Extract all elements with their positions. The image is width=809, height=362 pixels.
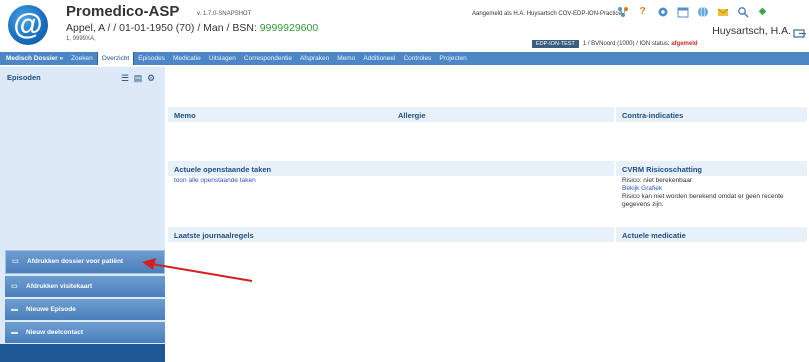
nav-uitslagen[interactable]: Uitslagen: [205, 52, 240, 65]
action-label: Afdrukken visitekaart: [26, 282, 93, 290]
logged-in-user: Aangemeld als H.A. Huysartsch COV-EDP-IO…: [472, 11, 622, 17]
globe-icon[interactable]: [696, 5, 709, 18]
network-icon[interactable]: [616, 5, 629, 18]
nav-correspondentie[interactable]: Correspondentie: [240, 52, 296, 65]
app-title: Promedico-ASP: [66, 3, 180, 20]
cvrm-heading: CVRM Risicoschatting: [616, 161, 807, 176]
app-header: @ Promedico-ASP v. 1.7.0-SNAPSHOT Appel,…: [0, 0, 809, 52]
search-icon[interactable]: [736, 5, 749, 18]
journal-lines-heading: Laatste journaalregels: [168, 227, 614, 242]
calendar-icon[interactable]: [676, 5, 689, 18]
environment-badge: EDP-ION-TEST: [532, 40, 579, 48]
folder-icon: ▬: [11, 305, 18, 313]
cvrm-note: Risico kan niet worden berekend omdat er…: [622, 193, 784, 208]
sidebar-footer: [0, 344, 165, 362]
ion-status: EDP-ION-TEST 1 / BVNoord (1000) / ION st…: [532, 40, 698, 48]
ion-status-text: 1 / BVNoord (1000) / ION status: afgemel…: [583, 41, 698, 47]
help-icon[interactable]: ?: [636, 5, 649, 18]
nav-overzicht[interactable]: Overzicht: [96, 52, 135, 65]
new-subcontact-button[interactable]: ▬ Nieuw deelcontact: [5, 322, 165, 343]
patient-address: 1, 9999XA,: [66, 36, 96, 42]
action-label: Afdrukken dossier voor patiënt: [27, 258, 124, 265]
printer-icon: ▭: [12, 258, 19, 265]
patient-info: Appel, A / / 01-01-1950 (70) / Man / BSN…: [66, 22, 318, 34]
print-visit-card-button[interactable]: ▭ Afdrukken visitekaart: [5, 276, 165, 297]
nav-episodes[interactable]: Episodes: [134, 52, 169, 65]
nav-projecten[interactable]: Projecten: [435, 52, 470, 65]
promedico-logo[interactable]: @: [8, 5, 48, 45]
patient-details: Appel, A / / 01-01-1950 (70) / Man / BSN…: [66, 22, 260, 34]
patient-bsn: 9999929600: [259, 22, 319, 34]
sidebar-actions: ▭ Afdrukken dossier voor patiënt ▭ Afdru…: [5, 250, 165, 345]
sidebar-view-controls: ☰ ▤ ⚙: [120, 73, 156, 83]
folder-icon: ▬: [11, 328, 18, 336]
open-tasks-heading: Actuele openstaande taken: [168, 161, 614, 176]
nav-controles[interactable]: Controles: [399, 52, 435, 65]
nav-medicatie[interactable]: Medicatie: [169, 52, 205, 65]
print-patient-dossier-button[interactable]: ▭ Afdrukken dossier voor patiënt: [5, 250, 165, 274]
ion-status-value: afgemeld: [671, 41, 698, 47]
detail-view-icon[interactable]: ▤: [133, 73, 143, 83]
gear-icon[interactable]: ⚙: [146, 73, 156, 83]
nav-medisch-dossier[interactable]: Medisch Dossier »: [2, 52, 67, 65]
settings-icon[interactable]: [656, 5, 669, 18]
header-toolbar: ? ◆: [616, 5, 769, 18]
practitioner-name: Huysartsch, H.A.: [712, 25, 791, 37]
overview-panel: Memo Allergie Contra-indicaties Actuele …: [166, 67, 809, 362]
exit-icon[interactable]: [793, 27, 807, 39]
new-episode-button[interactable]: ▬ Nieuwe Episode: [5, 299, 165, 320]
contra-indicaties-heading: Contra-indicaties: [616, 107, 807, 122]
nav-additioneel[interactable]: Additioneel: [359, 52, 399, 65]
nav-memo[interactable]: Memo: [333, 52, 359, 65]
view-graph-link[interactable]: Bekijk Grafiek: [622, 185, 662, 192]
plugin-icon[interactable]: ◆: [756, 5, 769, 18]
action-label: Nieuwe Episode: [26, 305, 76, 313]
current-medication-heading: Actuele medicatie: [616, 227, 807, 242]
mail-icon[interactable]: [716, 5, 729, 18]
allergie-heading: Allergie: [392, 107, 614, 122]
list-view-icon[interactable]: ☰: [120, 73, 130, 83]
episodes-sidebar: Episoden ☰ ▤ ⚙ ▭ Afdrukken dossier voor …: [0, 67, 165, 362]
printer-icon: ▭: [11, 282, 18, 290]
action-label: Nieuw deelcontact: [26, 328, 84, 336]
show-all-tasks-link[interactable]: toon alle openstaande taken: [174, 177, 256, 184]
cvrm-risk: Risico: niet berekenbaar: [622, 177, 693, 184]
nav-zoeken[interactable]: Zoeken: [67, 52, 97, 65]
nav-afspraken[interactable]: Afspraken: [296, 52, 333, 65]
version-label: v. 1.7.0-SNAPSHOT: [197, 11, 252, 17]
main-navigation: Medisch Dossier » Zoeken Overzicht Episo…: [0, 52, 809, 65]
sidebar-title: Episoden: [7, 73, 41, 82]
ion-status-prefix: 1 / BVNoord (1000) / ION status:: [582, 41, 672, 47]
memo-heading: Memo: [168, 107, 392, 122]
